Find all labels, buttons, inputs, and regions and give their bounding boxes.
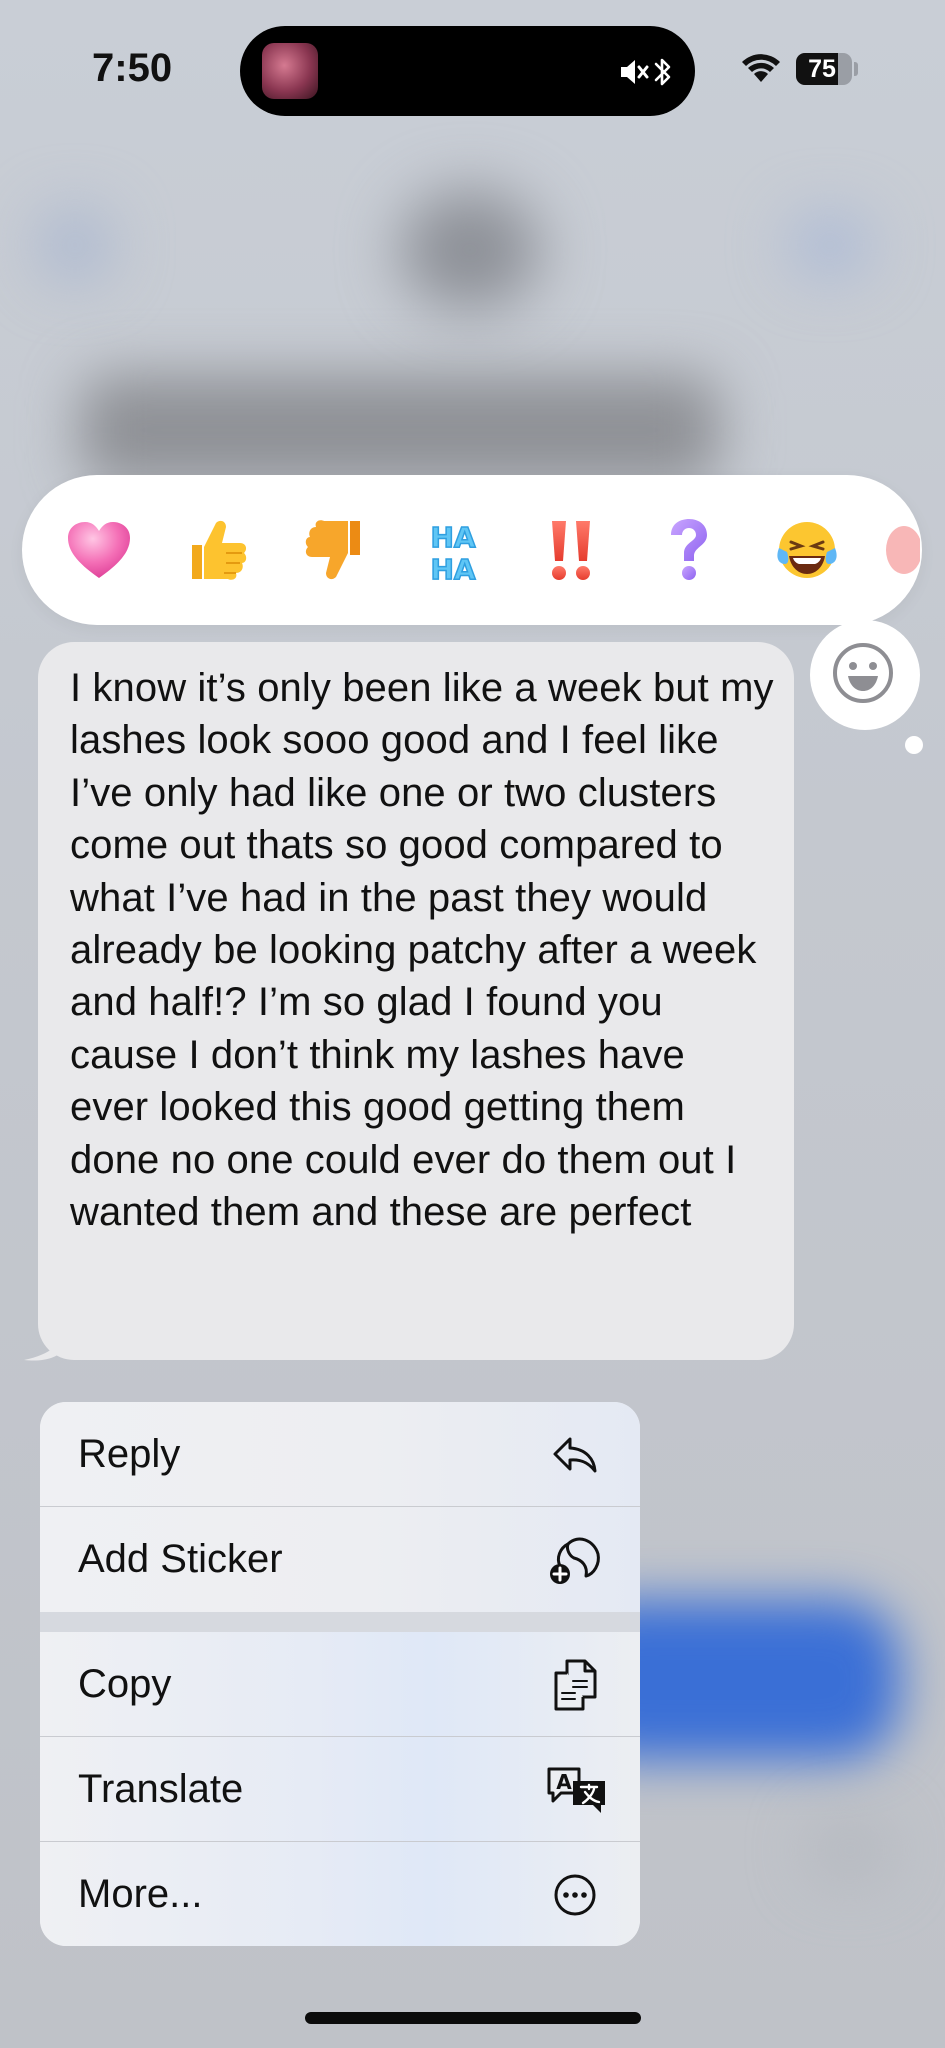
reaction-thumbs-down-button[interactable] — [290, 505, 380, 595]
blurred-back-button — [40, 210, 110, 280]
status-time: 7:50 — [92, 46, 173, 90]
reaction-exclamation-button[interactable] — [526, 505, 616, 595]
message-bubble-tail — [24, 1330, 64, 1361]
home-indicator[interactable] — [305, 2012, 641, 2024]
wifi-icon — [742, 54, 780, 82]
message-text: I know it’s only been like a week but my… — [70, 666, 774, 1235]
menu-label-reply: Reply — [78, 1432, 181, 1476]
reaction-haha-button[interactable]: HA HA — [408, 505, 498, 595]
now-playing-artwork — [262, 43, 318, 99]
double-exclamation-icon — [552, 521, 590, 580]
menu-label-copy: Copy — [78, 1662, 172, 1706]
speaker-muted-icon — [621, 60, 649, 84]
add-sticker-icon — [548, 1533, 602, 1587]
reaction-heart-button[interactable] — [54, 505, 144, 595]
copy-icon — [548, 1658, 602, 1712]
svg-text:HA: HA — [430, 553, 475, 583]
battery-indicator: 75 — [796, 53, 852, 85]
blurred-video-icon — [790, 215, 870, 275]
reaction-thumbs-up-button[interactable] — [172, 505, 262, 595]
menu-label-add-sticker: Add Sticker — [78, 1537, 283, 1581]
menu-item-translate[interactable]: Translate A — [40, 1737, 640, 1841]
reaction-laughing-button[interactable] — [762, 505, 852, 595]
menu-item-reply[interactable]: Reply — [40, 1402, 640, 1506]
thumbs-up-icon — [192, 520, 247, 580]
smiley-face-add-icon[interactable] — [830, 640, 896, 706]
menu-group-secondary: Copy Translate A More... — [40, 1632, 640, 1946]
partial-emoji-icon — [886, 526, 920, 574]
heart-icon — [68, 522, 130, 578]
blurred-contact-avatar — [400, 190, 540, 310]
message-context-menu: Reply Add Sticker Copy Translate A More.… — [40, 1402, 640, 1946]
menu-label-translate: Translate — [78, 1767, 244, 1811]
menu-item-more[interactable]: More... — [40, 1842, 640, 1946]
status-bar: 7:50 75 — [0, 0, 945, 130]
dynamic-island[interactable] — [240, 26, 695, 116]
menu-group-primary: Reply Add Sticker — [40, 1402, 640, 1612]
svg-text:A: A — [556, 1770, 572, 1794]
haha-icon: HA HA — [430, 520, 477, 583]
emoji-picker-bubble-dot — [905, 736, 923, 754]
reaction-question-button[interactable] — [644, 505, 734, 595]
blurred-element — [810, 1820, 890, 1880]
bluetooth-icon — [654, 58, 671, 86]
thumbs-down-icon — [305, 520, 360, 580]
reaction-more-emoji-partial[interactable] — [880, 505, 922, 595]
menu-label-more: More... — [78, 1872, 203, 1916]
battery-percentage: 75 — [808, 55, 836, 83]
translate-icon: A — [544, 1763, 610, 1817]
svg-text:HA: HA — [430, 521, 475, 554]
incoming-message-bubble[interactable]: I know it’s only been like a week but my… — [38, 642, 794, 1360]
blurred-previous-message — [80, 375, 720, 485]
question-icon — [671, 519, 707, 580]
menu-item-add-sticker[interactable]: Add Sticker — [40, 1507, 640, 1611]
tapback-reaction-bar: HA HA — [22, 475, 922, 625]
island-indicators — [619, 52, 673, 92]
menu-item-copy[interactable]: Copy — [40, 1632, 640, 1736]
menu-group-separator — [40, 1612, 640, 1632]
reply-arrow-icon — [548, 1428, 602, 1482]
laughing-face-icon — [777, 522, 837, 578]
more-ellipsis-icon — [548, 1868, 602, 1922]
battery-cap — [854, 62, 858, 76]
